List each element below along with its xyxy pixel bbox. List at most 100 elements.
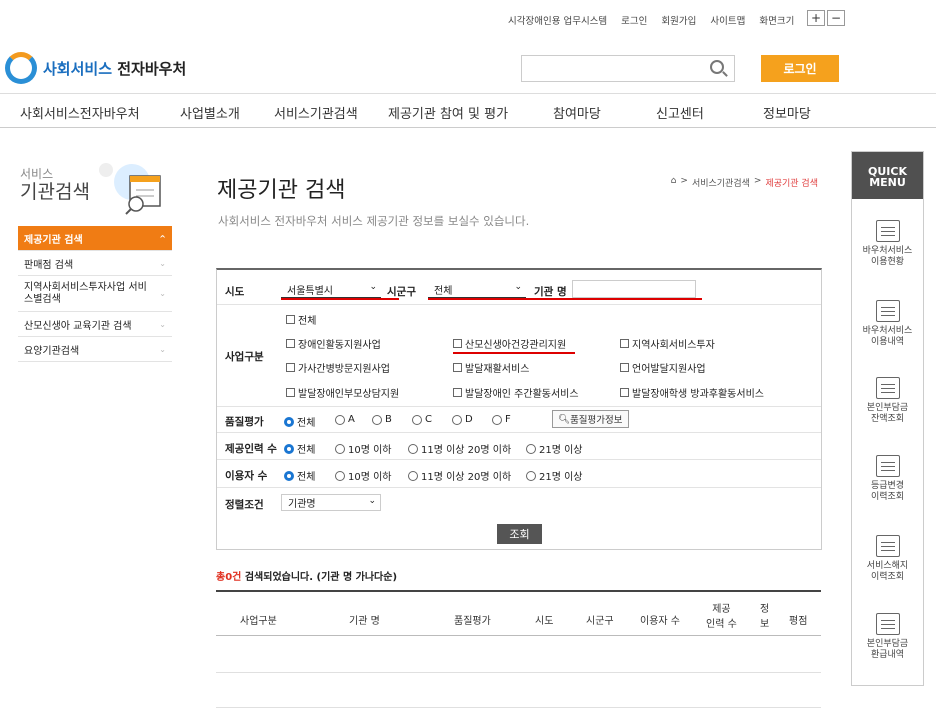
staff-radio[interactable]: 11명 이상 20명 이하 xyxy=(408,441,511,456)
sort-select[interactable]: 기관명 ⌄ xyxy=(281,494,381,511)
zoom-in-button[interactable]: + xyxy=(807,10,825,26)
users-radio-all[interactable]: 전체 xyxy=(284,468,315,483)
chevron-down-icon: ⌄ xyxy=(514,282,522,292)
search-icon[interactable] xyxy=(710,60,724,74)
breadcrumb-item[interactable]: 서비스기관검색 xyxy=(692,176,750,189)
quality-radio-b[interactable]: B xyxy=(372,414,392,425)
users-radio[interactable]: 21명 이상 xyxy=(526,468,583,483)
staff-radio-all[interactable]: 전체 xyxy=(284,441,315,456)
sort-label: 정렬조건 xyxy=(225,499,264,511)
biz-checkbox[interactable]: 지역사회서비스투자 xyxy=(620,336,715,351)
staff-radio[interactable]: 21명 이상 xyxy=(526,441,583,456)
biz-checkbox[interactable]: 장애인활동지원사업 xyxy=(286,336,381,351)
col-users: 이용자 수 xyxy=(640,616,680,627)
col-business: 사업구분 xyxy=(240,616,277,627)
quality-radio-d[interactable]: D xyxy=(452,414,473,425)
biz-checkbox[interactable]: 가사간병방문지원사업 xyxy=(286,360,390,375)
quality-radio-c[interactable]: C xyxy=(412,414,432,425)
nav-participation-eval[interactable]: 제공기관 참여 및 평가 xyxy=(388,103,508,122)
result-count: 총0건 xyxy=(216,572,242,583)
nav-org-search[interactable]: 서비스기관검색 xyxy=(274,103,358,122)
quick-item-grade-history[interactable]: 등급변경 이력조회 xyxy=(852,455,923,503)
col-org-name: 기관 명 xyxy=(349,616,380,627)
quality-radio-a[interactable]: A xyxy=(335,414,355,425)
sidebar-item-maternity-edu[interactable]: 산모신생아 교육기관 검색 ⌄ xyxy=(18,312,172,337)
zoom-out-button[interactable]: − xyxy=(827,10,845,26)
chevron-down-icon: ⌄ xyxy=(159,258,166,268)
nav-business[interactable]: 사업별소개 xyxy=(180,103,240,122)
chevron-down-icon: ⌄ xyxy=(368,496,376,506)
logo-text-1: 사회서비스 xyxy=(43,59,113,78)
staff-label: 제공인력 수 xyxy=(225,443,277,455)
coin-doc-icon xyxy=(875,613,900,635)
quick-item-cancel-history[interactable]: 서비스해지 이력조회 xyxy=(852,535,923,583)
quality-label: 품질평가 xyxy=(225,416,264,428)
logo-icon xyxy=(5,52,37,84)
quality-radio-f[interactable]: F xyxy=(492,414,511,425)
nav-info[interactable]: 정보마당 xyxy=(763,103,811,122)
chevron-down-icon: ⌄ xyxy=(159,344,166,354)
home-icon[interactable]: ⌂ xyxy=(671,176,677,189)
search-input[interactable] xyxy=(521,55,735,82)
users-radio[interactable]: 11명 이상 20명 이하 xyxy=(408,468,511,483)
login-link[interactable]: 로그인 xyxy=(621,13,647,27)
biz-checkbox-maternity[interactable]: 산모신생아건강관리지원 xyxy=(453,336,566,351)
staff-radio[interactable]: 10명 이하 xyxy=(335,441,392,456)
highlight-underline xyxy=(453,352,575,354)
col-sigungu: 시군구 xyxy=(586,616,614,627)
users-radio[interactable]: 10명 이하 xyxy=(335,468,392,483)
login-button[interactable]: 로그인 xyxy=(761,55,839,82)
logo-text-2: 전자바우처 xyxy=(117,59,187,78)
person-icon xyxy=(875,535,900,557)
biz-checkbox[interactable]: 발달장애학생 방과후활동서비스 xyxy=(620,385,764,400)
quick-item-balance[interactable]: 본인부담금 잔액조회 xyxy=(852,377,923,425)
nav-report[interactable]: 신고센터 xyxy=(656,103,704,122)
page-description: 사회서비스 전자바우처 서비스 제공기관 정보를 보실수 있습니다. xyxy=(218,214,530,228)
biz-checkbox[interactable]: 발달장애인부모상담지원 xyxy=(286,385,399,400)
col-rating: 평점 xyxy=(789,616,808,627)
chart-icon xyxy=(875,220,900,242)
biz-all-checkbox[interactable]: 전체 xyxy=(286,312,316,327)
accessibility-link[interactable]: 시각장애인용 업무시스템 xyxy=(508,13,607,27)
col-info: 정보 xyxy=(760,604,770,630)
signup-link[interactable]: 회원가입 xyxy=(661,13,696,27)
sidebar-title: 서비스 기관검색 xyxy=(20,167,90,203)
sidebar-item-provider-search[interactable]: 제공기관 검색 ^ xyxy=(18,226,172,251)
nav-home[interactable]: 사회서비스전자바우처 xyxy=(20,103,140,122)
breadcrumb-current: 제공기관 검색 xyxy=(765,179,818,189)
sido-label: 시도 xyxy=(225,286,245,298)
main-nav: 사회서비스전자바우처 사업별소개 서비스기관검색 제공기관 참여 및 평가 참여… xyxy=(0,93,936,128)
sitemap-link[interactable]: 사이트맵 xyxy=(710,13,745,27)
quality-info-button[interactable]: 🔍︎ 품질평가정보 xyxy=(552,410,629,428)
sidebar-item-care-search[interactable]: 요양기관검색 ⌄ xyxy=(18,337,172,362)
biz-checkbox[interactable]: 발달장애인 주간활동서비스 xyxy=(453,385,579,400)
quick-menu-title: QUICK MENU xyxy=(852,152,923,199)
col-quality: 품질평가 xyxy=(454,616,491,627)
nav-community[interactable]: 참여마당 xyxy=(553,103,601,122)
quick-item-refund[interactable]: 본인부담금 환급내역 xyxy=(852,613,923,661)
org-name-input[interactable] xyxy=(572,280,696,298)
search-submit-button[interactable]: 조회 xyxy=(497,524,542,544)
search-doc-icon xyxy=(875,377,900,399)
quick-item-usage-history[interactable]: 바우처서비스 이용내역 xyxy=(852,300,923,348)
result-summary: 총0건 검색되었습니다. (기관 명 가나다순) xyxy=(216,572,398,583)
search-form: 시도 서울특별시 ⌄ 시군구 전체 ⌄ 기관 명 사업구분 전체 장애인활동지원사업… xyxy=(216,268,822,550)
edit-doc-icon xyxy=(875,455,900,477)
biz-checkbox[interactable]: 언어발달지원사업 xyxy=(620,360,706,375)
quality-radio-all[interactable]: 전체 xyxy=(284,414,315,429)
sigungu-select[interactable]: 전체 ⌄ xyxy=(428,281,526,298)
document-icon xyxy=(875,300,900,322)
quick-item-usage-status[interactable]: 바우처서비스 이용현황 xyxy=(852,220,923,268)
sidebar-item-community-invest[interactable]: 지역사회서비스투자사업 서비스별검색 ⌄ xyxy=(18,276,172,312)
sidebar-item-store-search[interactable]: 판매점 검색 ⌄ xyxy=(18,251,172,276)
sido-select[interactable]: 서울특별시 ⌄ xyxy=(281,281,381,298)
highlight-underline xyxy=(281,298,399,300)
result-table-header: 사업구분 기관 명 품질평가 시도 시군구 이용자 수 제공 인력 수 정보 평점 xyxy=(216,590,821,636)
biz-checkbox[interactable]: 발달재활서비스 xyxy=(453,360,529,375)
col-sido: 시도 xyxy=(535,616,554,627)
breadcrumb: ⌂ > 서비스기관검색 > 제공기관 검색 xyxy=(670,176,818,189)
chevron-up-icon: ^ xyxy=(159,233,166,243)
table-row-divider xyxy=(216,707,821,708)
site-logo[interactable]: 사회서비스 전자바우처 xyxy=(5,52,186,84)
font-size-label: 화면크기 xyxy=(759,16,795,27)
